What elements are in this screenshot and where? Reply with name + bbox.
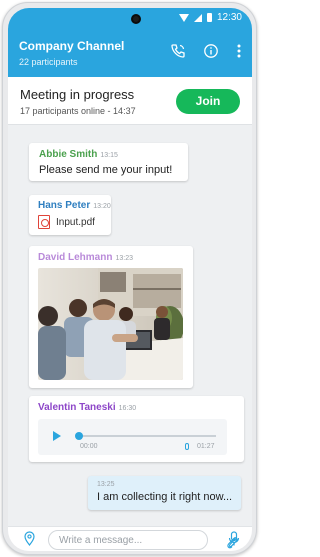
message-bubble[interactable]: Abbie Smith 13:15 Please send me your inp… [29,143,188,181]
more-vert-icon[interactable] [230,43,248,61]
audio-message-bubble[interactable]: Valentin Taneski 16:30 00:00 01:27 [29,396,244,462]
image-message-bubble[interactable]: David Lehmann 13:23 [29,246,193,388]
audio-player: 00:00 01:27 [38,419,227,455]
sender-name-text: Hans Peter [38,200,91,211]
message-time: 13:20 [93,203,111,210]
message-time: 13:15 [100,152,118,159]
status-indicators: 12:30 [178,12,242,23]
message-composer [8,526,252,551]
message-time: 13:23 [115,255,133,262]
cell-signal-icon [193,13,202,22]
sender-name-text: David Lehmann [38,252,113,263]
message-time: 13:25 [97,481,115,488]
status-time: 12:30 [216,12,242,23]
call-icon[interactable] [169,43,187,61]
message-input[interactable] [59,533,179,548]
mic-icon[interactable] [228,531,240,547]
meeting-photo[interactable] [38,268,183,380]
channel-title[interactable]: Company Channel [19,39,124,53]
sender-name: Valentin Taneski 16:30 [38,402,244,413]
participant-count: 22 participants [19,57,78,67]
phone-frame: 12:30 Company Channel 22 participants Me… [2,2,257,555]
sender-name-text: Abbie Smith [39,149,98,160]
play-icon[interactable] [53,431,61,441]
audio-progress-track[interactable] [78,435,216,437]
screen: 12:30 Company Channel 22 participants Me… [8,8,252,551]
join-button[interactable]: Join [176,89,240,114]
file-message-bubble[interactable]: Hans Peter 13:20 Input.pdf [29,195,111,235]
info-icon-glyph [204,44,218,58]
own-message-bubble[interactable]: 13:25 I am collecting it right now... [88,476,241,510]
info-icon[interactable] [202,43,220,61]
meeting-subtitle: 17 participants online - 14:37 [20,106,136,116]
more-vert-icon-glyph [237,44,241,58]
call-icon-glyph [171,44,185,58]
meeting-photo-image [38,268,183,380]
sender-name: David Lehmann 13:23 [38,252,193,263]
app-header: Company Channel 22 participants [8,30,252,77]
status-bar: 12:30 [8,8,252,30]
mic-small-icon [185,443,189,450]
camera-icon [131,14,141,24]
sender-name-text: Valentin Taneski [38,402,116,413]
audio-elapsed: 00:00 [80,443,98,450]
pdf-icon [38,215,50,229]
audio-progress-thumb[interactable] [75,432,83,440]
message-text: Please send me your input! [39,164,173,176]
location-icon[interactable] [24,531,35,546]
file-name: Input.pdf [56,216,95,228]
meeting-banner: Meeting in progress 17 participants onli… [8,77,252,125]
message-input-wrapper [48,530,238,550]
meeting-title: Meeting in progress [20,87,135,102]
sender-name: Abbie Smith 13:15 [39,149,188,160]
file-attachment[interactable]: Input.pdf [38,215,111,229]
message-text: I am collecting it right now... [97,491,233,503]
battery-icon [206,13,212,22]
sender-name: Hans Peter 13:20 [38,200,111,211]
wifi-icon [178,13,189,22]
message-time: 16:30 [118,405,137,412]
audio-duration: 01:27 [197,443,215,450]
